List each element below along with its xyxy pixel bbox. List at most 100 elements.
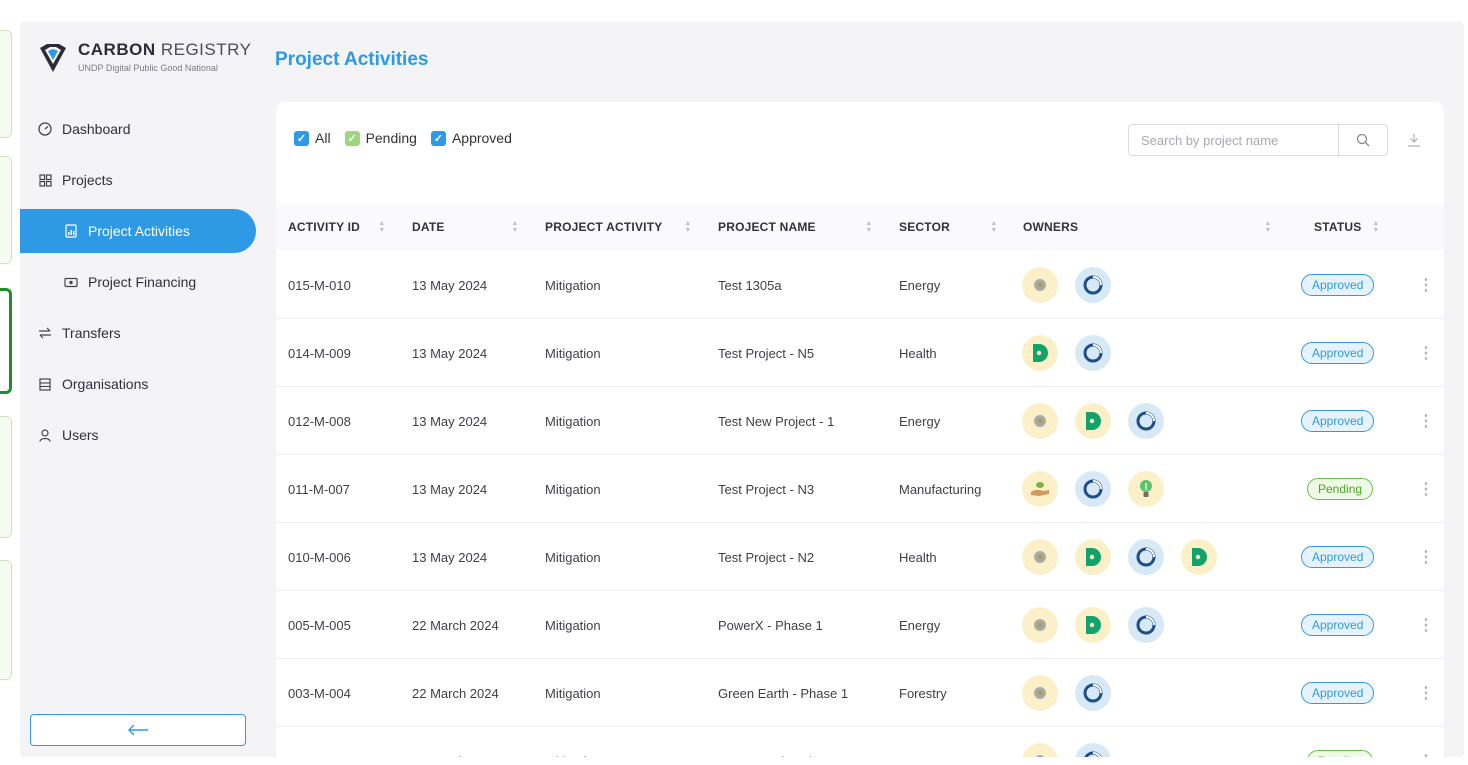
ring-owner-logo-icon[interactable] (1075, 267, 1111, 303)
cell-date: 13 May 2024 (412, 277, 488, 293)
sidebar-item-label: Dashboard (62, 121, 131, 137)
sidebar-item-transfers[interactable]: Transfers (20, 311, 270, 355)
sort-icon[interactable]: ▲ ▼ (684, 219, 692, 235)
globe-owner-logo-icon[interactable] (1022, 539, 1058, 575)
row-actions-kebab-icon[interactable]: ⋮ (1418, 251, 1434, 319)
d-owner-logo-icon[interactable] (1022, 335, 1058, 371)
row-actions-kebab-icon[interactable]: ⋮ (1418, 523, 1434, 591)
status-badge: Approved (1301, 274, 1375, 296)
cell-project-activity: Mitigation (545, 549, 601, 565)
globe-owner-logo-icon[interactable] (1022, 267, 1058, 303)
ring-owner-logo-icon[interactable] (1128, 403, 1164, 439)
cell-date: 13 May 2024 (412, 549, 488, 565)
d-owner-logo-icon[interactable] (1075, 539, 1111, 575)
column-header-project-activity[interactable]: PROJECT ACTIVITY (545, 203, 662, 251)
sidebar-item-dashboard[interactable]: Dashboard (20, 107, 270, 151)
cell-status: Approved (1301, 387, 1375, 455)
d-owner-logo-icon[interactable] (1075, 403, 1111, 439)
ring-owner-logo-icon[interactable] (1075, 335, 1111, 371)
ring-owner-logo-icon[interactable] (1075, 471, 1111, 507)
cell-activity-id: 005-M-005 (288, 617, 351, 633)
table-row[interactable]: 014-M-009 13 May 2024 Mitigation Test Proje… (276, 319, 1444, 387)
brand-subtitle: UNDP Digital Public Good National (78, 63, 218, 73)
sidebar-item-organisations[interactable]: Organisations (20, 362, 270, 406)
d-owner-logo-icon[interactable] (1075, 607, 1111, 643)
row-actions-kebab-icon[interactable]: ⋮ (1418, 387, 1434, 455)
ring-owner-logo-icon[interactable] (1075, 743, 1111, 757)
globe-owner-logo-icon[interactable] (1022, 403, 1058, 439)
banknote-icon (64, 275, 78, 289)
sort-icon[interactable]: ▲ ▼ (865, 219, 873, 235)
bulb-owner-logo-icon[interactable] (1128, 471, 1164, 507)
globe-owner-logo-icon[interactable] (1022, 743, 1058, 757)
sidebar-collapse-button[interactable] (30, 714, 246, 746)
search-input[interactable] (1128, 124, 1338, 156)
cell-date: 13 May 2024 (412, 481, 488, 497)
cell-project-name: Test New Project - 1 (718, 413, 835, 429)
app-frame: CARBON REGISTRY UNDP Digital Public Good… (20, 22, 1464, 757)
table-row[interactable]: 011-M-007 13 May 2024 Mitigation Test Proje… (276, 455, 1444, 523)
sidebar-item-project-activities[interactable]: Project Activities (20, 209, 256, 253)
cell-sector: Health (899, 549, 937, 565)
sort-icon[interactable]: ▲ ▼ (1264, 219, 1272, 235)
sort-icon[interactable]: ▲ ▼ (1372, 219, 1380, 235)
table-row[interactable]: 010-M-006 13 May 2024 Mitigation Test Proje… (276, 523, 1444, 591)
row-actions-kebab-icon[interactable]: ⋮ (1418, 659, 1434, 727)
sort-icon[interactable]: ▲ ▼ (378, 219, 386, 235)
filter-approved-checkbox[interactable]: ✓ Approved (430, 130, 512, 146)
cell-activity-id: 015-M-010 (288, 277, 351, 293)
cell-sector: Health (899, 345, 937, 361)
cell-project-name: Green Earth - Phase 1 (718, 727, 848, 758)
table-row[interactable]: 003-M-004 22 March 2024 Mitigation Green Ea… (276, 659, 1444, 727)
column-header-date[interactable]: DATE (412, 203, 445, 251)
table-row[interactable]: 012-M-008 13 May 2024 Mitigation Test New P… (276, 387, 1444, 455)
search-button[interactable] (1338, 124, 1388, 156)
sidebar-item-label: Transfers (62, 325, 121, 341)
status-badge: Approved (1301, 546, 1375, 568)
status-badge: Approved (1301, 410, 1375, 432)
table-row[interactable]: 003-M-003 22 March 2024 Mitigation Green Ea… (276, 727, 1444, 757)
cell-sector: Energy (899, 617, 941, 633)
checkbox-checked-icon: ✓ (430, 130, 446, 146)
status-filters: ✓ All ✓ Pending ✓ Approved (294, 130, 526, 146)
cell-owners (1022, 727, 1128, 757)
ring-owner-logo-icon[interactable] (1128, 607, 1164, 643)
sidebar-item-projects[interactable]: Projects (20, 158, 270, 202)
row-actions-kebab-icon[interactable]: ⋮ (1418, 591, 1434, 659)
filter-all-checkbox[interactable]: ✓ All (294, 130, 331, 146)
row-actions-kebab-icon[interactable]: ⋮ (1418, 455, 1434, 523)
ring-owner-logo-icon[interactable] (1075, 675, 1111, 711)
sidebar-nav: Dashboard Projects Project Activities Pr… (20, 107, 270, 464)
edge-tab-active (0, 288, 12, 394)
hand-plant-owner-logo-icon[interactable] (1022, 471, 1058, 507)
column-header-project-name[interactable]: PROJECT NAME (718, 203, 816, 251)
sidebar-item-project-financing[interactable]: Project Financing (20, 260, 270, 304)
building-icon (38, 377, 52, 391)
sidebar-item-users[interactable]: Users (20, 413, 270, 457)
table-row[interactable]: 015-M-010 13 May 2024 Mitigation Test 1305a… (276, 251, 1444, 319)
row-actions-kebab-icon[interactable]: ⋮ (1418, 727, 1434, 757)
d-owner-logo-icon[interactable] (1181, 539, 1217, 575)
row-actions-kebab-icon[interactable]: ⋮ (1418, 319, 1434, 387)
column-header-sector[interactable]: SECTOR (899, 203, 950, 251)
cell-date: 22 March 2024 (412, 685, 499, 701)
sort-icon[interactable]: ▲ ▼ (990, 219, 998, 235)
brand[interactable]: CARBON REGISTRY UNDP Digital Public Good… (38, 40, 251, 74)
sort-icon[interactable]: ▲ ▼ (511, 219, 519, 235)
cell-sector: Energy (899, 277, 941, 293)
globe-owner-logo-icon[interactable] (1022, 675, 1058, 711)
table-row[interactable]: 005-M-005 22 March 2024 Mitigation PowerX -… (276, 591, 1444, 659)
column-header-activity-id[interactable]: ACTIVITY ID (288, 203, 360, 251)
download-icon (1408, 134, 1420, 147)
cell-sector: Forestry (899, 727, 947, 758)
globe-owner-logo-icon[interactable] (1022, 607, 1058, 643)
column-header-status[interactable]: STATUS (1314, 203, 1361, 251)
filter-pending-checkbox[interactable]: ✓ Pending (344, 130, 417, 146)
cell-status: Approved (1301, 319, 1375, 387)
download-button[interactable] (1404, 130, 1424, 150)
cell-activity-id: 010-M-006 (288, 549, 351, 565)
column-header-owners[interactable]: OWNERS (1023, 203, 1078, 251)
ring-owner-logo-icon[interactable] (1128, 539, 1164, 575)
cell-project-name: Test Project - N2 (718, 549, 815, 565)
status-badge: Approved (1301, 614, 1375, 636)
